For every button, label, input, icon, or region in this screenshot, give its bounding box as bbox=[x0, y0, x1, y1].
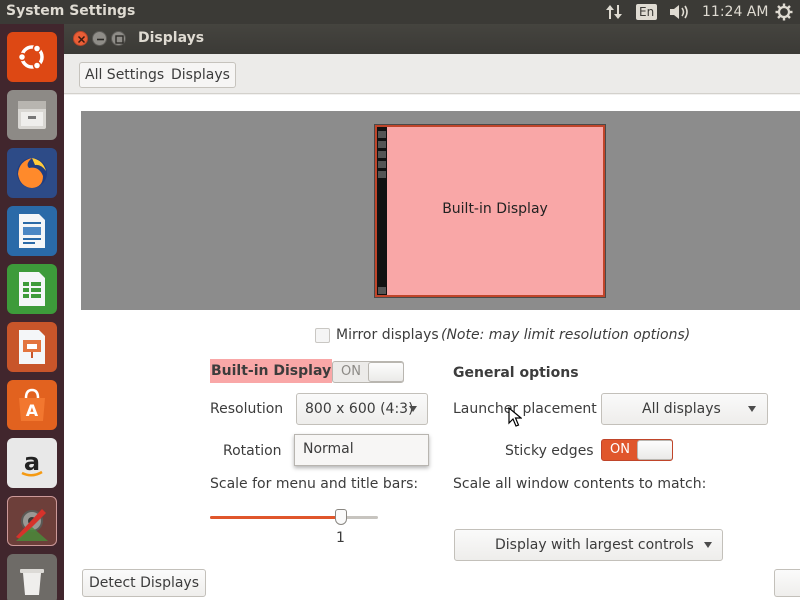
breadcrumb: All Settings Displays bbox=[64, 54, 800, 94]
monitor-label: Built-in Display bbox=[442, 201, 548, 217]
ubuntu-dash-icon[interactable] bbox=[7, 32, 57, 82]
maximize-button[interactable] bbox=[111, 31, 126, 46]
mouse-cursor-icon bbox=[508, 407, 522, 427]
launcher-placement-label: Launcher placement bbox=[453, 401, 597, 417]
display-power-toggle[interactable]: ON bbox=[332, 361, 404, 383]
clock[interactable]: 11:24 AM bbox=[702, 0, 768, 24]
amazon-icon[interactable]: a bbox=[7, 438, 57, 488]
close-icon bbox=[77, 35, 86, 44]
files-icon[interactable] bbox=[7, 90, 57, 140]
display-power-toggle-state: ON bbox=[341, 364, 361, 379]
svg-text:a: a bbox=[24, 448, 40, 476]
gear-icon[interactable] bbox=[775, 0, 793, 24]
detect-displays-button[interactable]: Detect Displays bbox=[82, 569, 206, 597]
scale-value: 1 bbox=[336, 530, 345, 546]
breadcrumb-displays[interactable]: Displays bbox=[166, 62, 236, 88]
toggle-knob bbox=[368, 362, 403, 382]
scale-label: Scale for menu and title bars: bbox=[210, 476, 419, 492]
app-title: System Settings bbox=[6, 3, 136, 19]
launcher-placement-value: All displays bbox=[642, 401, 721, 417]
window-title: Displays bbox=[138, 30, 205, 46]
system-settings-icon[interactable] bbox=[7, 496, 57, 546]
chevron-down-icon bbox=[748, 406, 756, 412]
volume-icon[interactable] bbox=[668, 0, 690, 24]
rotation-dropdown-popup[interactable]: Normal bbox=[294, 434, 429, 466]
sticky-edges-toggle-state: ON bbox=[610, 442, 630, 457]
libreoffice-writer-icon[interactable] bbox=[7, 206, 57, 256]
close-button[interactable] bbox=[73, 31, 88, 46]
sticky-edges-toggle[interactable]: ON bbox=[601, 439, 673, 461]
chevron-down-icon bbox=[704, 542, 712, 548]
ubuntu-software-icon[interactable]: A bbox=[7, 380, 57, 430]
slider-knob[interactable] bbox=[335, 509, 347, 525]
scale-all-value: Display with largest controls bbox=[495, 537, 694, 553]
clock-label: 11:24 AM bbox=[702, 4, 769, 20]
resolution-value: 800 x 600 (4:3) bbox=[305, 401, 414, 417]
sticky-edges-label: Sticky edges bbox=[505, 443, 594, 459]
slider-fill bbox=[210, 516, 341, 519]
mirror-displays-note: (Note: may limit resolution options) bbox=[441, 327, 691, 343]
minimize-icon bbox=[97, 38, 104, 41]
mirror-displays-label: Mirror displays bbox=[336, 327, 439, 343]
displays-content: Built-in Display Mirror displays (Note: … bbox=[64, 95, 800, 600]
apply-button[interactable] bbox=[774, 569, 800, 597]
toggle-knob bbox=[637, 440, 672, 460]
general-options-heading: General options bbox=[453, 365, 579, 381]
scale-all-label: Scale all window contents to match: bbox=[453, 476, 707, 492]
monitor-preview[interactable]: Built-in Display bbox=[374, 124, 606, 298]
maximize-icon bbox=[115, 35, 124, 44]
libreoffice-calc-icon[interactable] bbox=[7, 264, 57, 314]
minimize-button[interactable] bbox=[92, 31, 107, 46]
monitor-arrangement-area: Built-in Display bbox=[81, 111, 800, 310]
libreoffice-impress-icon[interactable] bbox=[7, 322, 57, 372]
mirror-displays-checkbox[interactable] bbox=[315, 328, 330, 343]
keyboard-layout-label: En bbox=[636, 4, 658, 20]
displays-window: Displays All Settings Displays Built-in … bbox=[64, 24, 800, 600]
rotation-option-normal[interactable]: Normal bbox=[303, 441, 354, 457]
resolution-label: Resolution bbox=[210, 401, 284, 417]
svg-text:A: A bbox=[26, 401, 39, 420]
network-updown-icon[interactable] bbox=[604, 0, 624, 24]
launcher-strip-preview bbox=[377, 127, 387, 295]
launcher-placement-dropdown[interactable]: All displays bbox=[601, 393, 768, 425]
window-titlebar[interactable]: Displays bbox=[64, 24, 800, 54]
resolution-dropdown[interactable]: 800 x 600 (4:3) bbox=[296, 393, 428, 425]
keyboard-layout-indicator[interactable]: En bbox=[636, 0, 658, 24]
trash-icon[interactable] bbox=[7, 554, 57, 600]
firefox-icon[interactable] bbox=[7, 148, 57, 198]
top-panel: System Settings En 11:24 AM bbox=[0, 0, 800, 24]
scale-all-dropdown[interactable]: Display with largest controls bbox=[454, 529, 723, 561]
rotation-label: Rotation bbox=[223, 443, 282, 459]
breadcrumb-all-settings[interactable]: All Settings bbox=[79, 62, 171, 88]
display-heading: Built-in Display bbox=[210, 359, 333, 383]
launcher: A a bbox=[0, 24, 64, 600]
chevron-down-icon bbox=[409, 406, 417, 412]
